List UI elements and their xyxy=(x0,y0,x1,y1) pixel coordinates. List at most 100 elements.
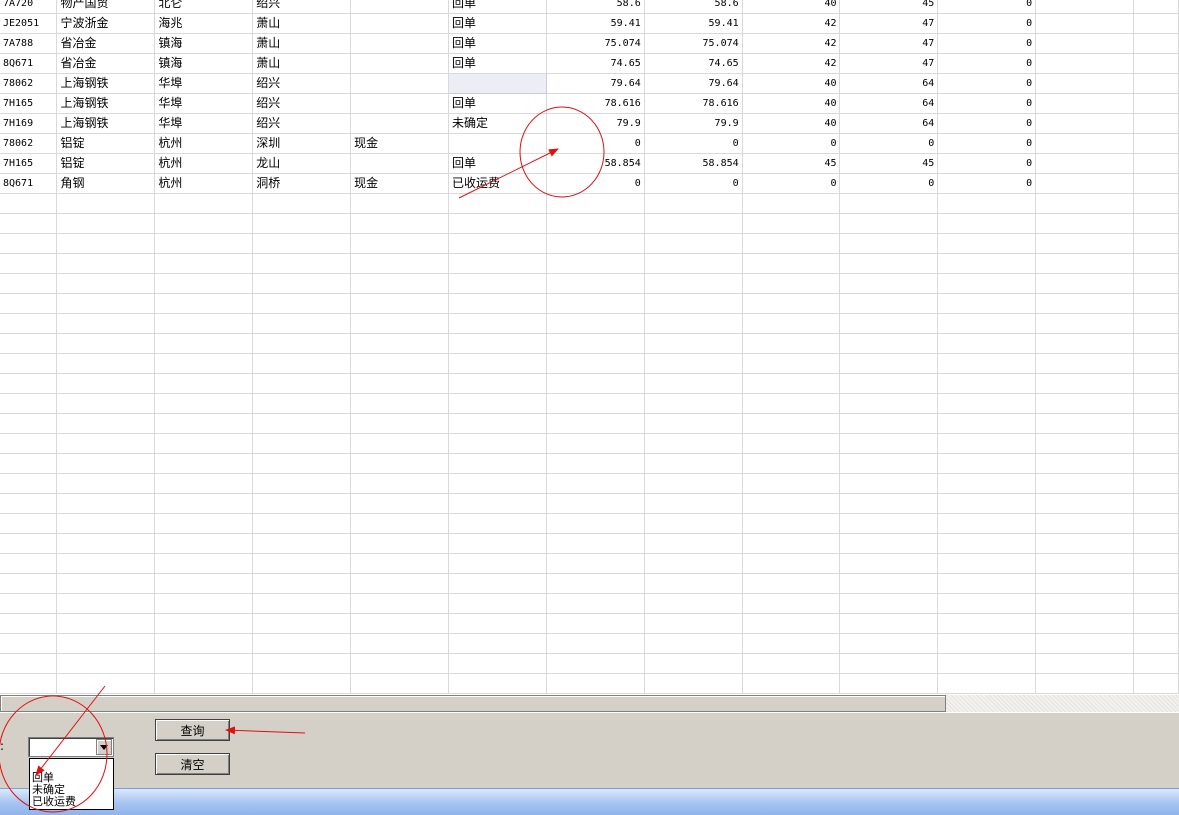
cell-empty[interactable] xyxy=(350,353,449,374)
cell-empty[interactable] xyxy=(1133,213,1179,234)
cell-v3[interactable]: 45 xyxy=(742,153,841,174)
cell-empty[interactable] xyxy=(1035,173,1134,194)
table-row-empty[interactable] xyxy=(0,333,1179,354)
cell-empty[interactable] xyxy=(546,333,645,354)
cell-v4[interactable]: 64 xyxy=(839,93,939,114)
cell-empty[interactable] xyxy=(350,293,449,314)
cell-empty[interactable] xyxy=(839,253,939,274)
cell-empty[interactable] xyxy=(154,313,254,334)
cell-v1[interactable]: 79.64 xyxy=(546,73,645,94)
cell-empty[interactable] xyxy=(252,653,352,674)
cell-empty[interactable] xyxy=(1035,513,1134,534)
cell-empty[interactable] xyxy=(546,293,645,314)
cell-empty[interactable] xyxy=(937,633,1037,654)
cell-v2[interactable]: 75.074 xyxy=(644,33,743,54)
cell-dest[interactable]: 深圳 xyxy=(252,133,352,154)
cell-v4[interactable]: 0 xyxy=(839,173,939,194)
cell-empty[interactable] xyxy=(0,633,58,654)
cell-v4[interactable]: 45 xyxy=(839,0,939,14)
cell-empty[interactable] xyxy=(448,213,547,234)
cell-empty[interactable] xyxy=(839,473,939,494)
cell-v3[interactable]: 40 xyxy=(742,93,841,114)
cell-empty[interactable] xyxy=(56,653,156,674)
cell-empty[interactable] xyxy=(350,513,449,534)
cell-empty[interactable] xyxy=(0,413,58,434)
cell-empty[interactable] xyxy=(1133,653,1179,674)
cell-empty[interactable] xyxy=(252,333,352,354)
cell-v3[interactable]: 40 xyxy=(742,73,841,94)
cell-empty[interactable] xyxy=(644,493,743,514)
cell-empty[interactable] xyxy=(252,433,352,454)
cell-empty[interactable] xyxy=(1035,613,1134,634)
cell-empty[interactable] xyxy=(56,313,156,334)
cell-empty[interactable] xyxy=(0,513,58,534)
cell-empty[interactable] xyxy=(546,433,645,454)
cell-empty[interactable] xyxy=(1035,273,1134,294)
cell-empty[interactable] xyxy=(350,313,449,334)
cell-v4[interactable]: 64 xyxy=(839,113,939,134)
cell-empty[interactable] xyxy=(546,273,645,294)
cell-empty[interactable] xyxy=(644,613,743,634)
cell-v4[interactable]: 45 xyxy=(839,153,939,174)
cell-empty[interactable] xyxy=(56,393,156,414)
cell-dest[interactable]: 洞桥 xyxy=(252,173,352,194)
cell-empty[interactable] xyxy=(1133,513,1179,534)
cell-empty[interactable] xyxy=(1133,293,1179,314)
cell-empty[interactable] xyxy=(448,373,547,394)
cell-empty[interactable] xyxy=(154,333,254,354)
cell-empty[interactable] xyxy=(1133,53,1179,74)
cell-empty[interactable] xyxy=(56,373,156,394)
cell-empty[interactable] xyxy=(1133,253,1179,274)
cell-v1[interactable]: 0 xyxy=(546,133,645,154)
cell-empty[interactable] xyxy=(448,413,547,434)
cell-empty[interactable] xyxy=(0,653,58,674)
cell-status[interactable] xyxy=(447,73,547,94)
cell-empty[interactable] xyxy=(0,253,58,274)
cell-empty[interactable] xyxy=(350,253,449,274)
cell-empty[interactable] xyxy=(350,533,449,554)
cell-status[interactable]: 回单 xyxy=(448,53,547,74)
cell-empty[interactable] xyxy=(1035,353,1134,374)
cell-empty[interactable] xyxy=(448,593,547,614)
cell-empty[interactable] xyxy=(252,293,352,314)
cell-empty[interactable] xyxy=(1035,53,1134,74)
cell-empty[interactable] xyxy=(448,533,547,554)
cell-v1[interactable]: 74.65 xyxy=(546,53,645,74)
cell-empty[interactable] xyxy=(546,193,645,214)
cell-v5[interactable]: 0 xyxy=(937,73,1037,94)
cell-empty[interactable] xyxy=(1133,73,1179,94)
cell-empty[interactable] xyxy=(350,393,449,414)
cell-empty[interactable] xyxy=(1035,593,1134,614)
cell-empty[interactable] xyxy=(350,453,449,474)
cell-empty[interactable] xyxy=(154,393,254,414)
cell-empty[interactable] xyxy=(1133,413,1179,434)
cell-empty[interactable] xyxy=(1035,473,1134,494)
cell-empty[interactable] xyxy=(839,313,939,334)
cell-status[interactable]: 回单 xyxy=(448,33,547,54)
cell-status[interactable] xyxy=(448,133,547,154)
cell-empty[interactable] xyxy=(1133,553,1179,574)
cell-empty[interactable] xyxy=(350,333,449,354)
cell-empty[interactable] xyxy=(252,533,352,554)
cell-empty[interactable] xyxy=(252,373,352,394)
cell-empty[interactable] xyxy=(448,333,547,354)
cell-empty[interactable] xyxy=(154,293,254,314)
cell-empty[interactable] xyxy=(546,453,645,474)
cell-empty[interactable] xyxy=(252,413,352,434)
cell-empty[interactable] xyxy=(839,653,939,674)
cell-empty[interactable] xyxy=(0,433,58,454)
cell-empty[interactable] xyxy=(448,553,547,574)
cell-empty[interactable] xyxy=(742,353,841,374)
cell-empty[interactable] xyxy=(0,473,58,494)
cell-empty[interactable] xyxy=(448,193,547,214)
cell-payment[interactable] xyxy=(350,93,449,114)
cell-v3[interactable]: 40 xyxy=(742,113,841,134)
cell-empty[interactable] xyxy=(839,453,939,474)
cell-empty[interactable] xyxy=(839,673,939,694)
cell-empty[interactable] xyxy=(1133,433,1179,454)
cell-v1[interactable]: 0 xyxy=(546,173,645,194)
cell-status[interactable]: 回单 xyxy=(448,13,547,34)
cell-empty[interactable] xyxy=(252,393,352,414)
cell-empty[interactable] xyxy=(644,553,743,574)
cell-empty[interactable] xyxy=(839,413,939,434)
